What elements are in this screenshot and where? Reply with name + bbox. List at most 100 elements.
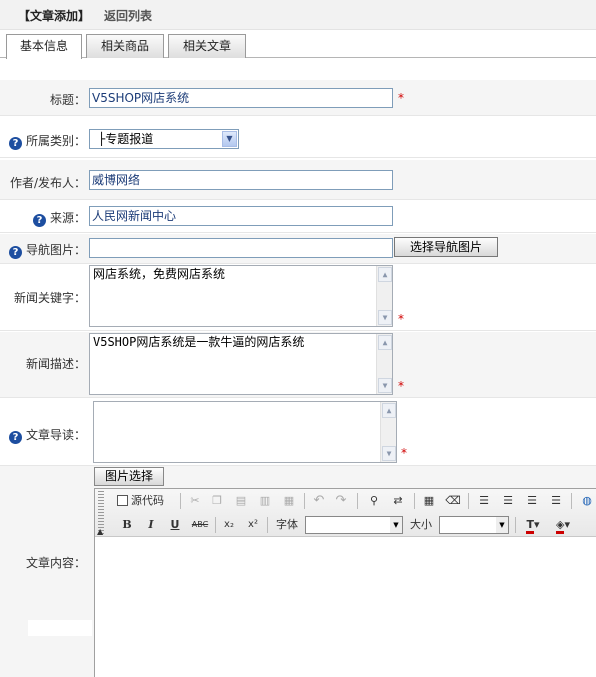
description-textarea[interactable]: V5SHOP网店系统是一款牛逼的网店系统 ▲ ▼ bbox=[89, 333, 393, 395]
required-mark: * bbox=[401, 446, 407, 460]
keywords-textarea[interactable]: 网店系统，免费网店系统 ▲ ▼ bbox=[89, 265, 393, 327]
scroll-down-icon[interactable]: ▼ bbox=[378, 378, 392, 393]
paste-word-icon[interactable]: ▦ bbox=[281, 492, 297, 510]
toolbar-separator bbox=[414, 493, 415, 509]
scroll-down-icon[interactable]: ▼ bbox=[378, 310, 392, 325]
strikethrough-icon[interactable]: ABC bbox=[189, 516, 211, 534]
select-all-icon[interactable]: ▦ bbox=[420, 492, 438, 510]
author-input[interactable]: 威博网络 bbox=[89, 170, 393, 190]
redo-icon[interactable]: ↷ bbox=[333, 492, 349, 510]
keywords-text: 网店系统，免费网店系统 bbox=[93, 267, 226, 281]
textarea-scrollbar[interactable]: ▲ ▼ bbox=[376, 266, 392, 326]
category-label: 所属类别： bbox=[25, 134, 86, 148]
form-row-description: 新闻描述： V5SHOP网店系统是一款牛逼的网店系统 ▲ ▼ * bbox=[0, 332, 596, 398]
subscript-icon[interactable]: x₂ bbox=[221, 516, 237, 534]
underline-icon[interactable]: U bbox=[167, 516, 183, 534]
author-label: 作者/发布人： bbox=[9, 176, 86, 190]
keywords-label: 新闻关键字： bbox=[13, 291, 86, 305]
scroll-up-icon[interactable]: ▲ bbox=[378, 267, 392, 282]
align-justify-icon[interactable]: ☰ bbox=[547, 492, 565, 510]
top-bar: 【文章添加】 返回列表 bbox=[0, 0, 596, 30]
intro-label: 文章导读： bbox=[25, 428, 86, 442]
toolbar-separator bbox=[304, 493, 305, 509]
scroll-down-icon[interactable]: ▼ bbox=[382, 446, 396, 461]
nav-image-input[interactable] bbox=[89, 238, 393, 258]
form-row-intro: ? 文章导读： ▲ ▼ * bbox=[0, 399, 596, 466]
rich-text-editor: ▲ 源代码 ✂ ❐ ▤ ▥ ▦ ↶ ↷ ⚲ ⇄ ▦ ⌫ ☰ ☰ ☰ ☰ ◍ B … bbox=[94, 488, 596, 677]
toolbar-separator bbox=[215, 517, 216, 533]
align-center-icon[interactable]: ☰ bbox=[499, 492, 517, 510]
nav-image-label-wrap: ? 导航图片： bbox=[8, 241, 86, 259]
font-label: 字体 bbox=[276, 518, 298, 531]
help-icon[interactable]: ? bbox=[8, 137, 22, 150]
tab-bar: 基本信息 相关商品 相关文章 bbox=[0, 30, 596, 59]
source-icon bbox=[117, 495, 128, 506]
nav-image-label: 导航图片： bbox=[25, 243, 86, 257]
help-icon[interactable]: ? bbox=[8, 431, 22, 444]
link-globe-icon[interactable]: ◍ bbox=[579, 492, 595, 510]
source-code-button[interactable]: 源代码 bbox=[117, 492, 175, 510]
scroll-up-icon[interactable]: ▲ bbox=[382, 403, 396, 418]
scroll-up-icon[interactable]: ▲ bbox=[378, 335, 392, 350]
remove-format-icon[interactable]: ⌫ bbox=[444, 492, 462, 510]
select-nav-image-button[interactable]: 选择导航图片 bbox=[394, 237, 498, 257]
paste-text-icon[interactable]: ▥ bbox=[257, 492, 273, 510]
required-mark: * bbox=[398, 379, 404, 393]
bold-icon[interactable]: B bbox=[119, 516, 135, 534]
text-color-icon[interactable]: T▾ bbox=[521, 516, 545, 534]
source-code-label: 源代码 bbox=[131, 494, 164, 507]
source-input[interactable]: 人民网新闻中心 bbox=[89, 206, 393, 226]
intro-textarea[interactable]: ▲ ▼ bbox=[93, 401, 397, 463]
help-icon[interactable]: ? bbox=[8, 246, 22, 259]
description-label: 新闻描述： bbox=[25, 357, 86, 371]
copy-icon[interactable]: ❐ bbox=[209, 492, 225, 510]
title-label: 标题： bbox=[49, 93, 86, 107]
italic-icon[interactable]: I bbox=[143, 516, 159, 534]
description-text: V5SHOP网店系统是一款牛逼的网店系统 bbox=[93, 335, 305, 349]
category-select[interactable]: ├专题报道 ▼ bbox=[89, 129, 239, 149]
align-left-icon[interactable]: ☰ bbox=[475, 492, 493, 510]
find-icon[interactable]: ⚲ bbox=[365, 492, 383, 510]
source-label-wrap: ? 来源： bbox=[32, 209, 86, 227]
toolbar-separator bbox=[357, 493, 358, 509]
form-row-category: ? 所属类别： ├专题报道 ▼ bbox=[0, 120, 596, 158]
label-gap bbox=[28, 620, 92, 636]
toolbar-separator bbox=[571, 493, 572, 509]
superscript-icon[interactable]: x² bbox=[245, 516, 261, 534]
category-label-wrap: ? 所属类别： bbox=[8, 132, 86, 150]
back-to-list-link[interactable]: 返回列表 bbox=[104, 7, 152, 24]
image-select-button[interactable]: 图片选择 bbox=[94, 467, 164, 486]
chevron-down-icon[interactable]: ▼ bbox=[390, 517, 402, 533]
replace-icon[interactable]: ⇄ bbox=[389, 492, 407, 510]
tab-related-products[interactable]: 相关商品 bbox=[86, 34, 164, 58]
toolbar-separator bbox=[267, 517, 268, 533]
help-icon[interactable]: ? bbox=[32, 214, 46, 227]
size-select[interactable]: ▼ bbox=[439, 516, 509, 534]
editor-content-area[interactable] bbox=[95, 538, 596, 677]
tab-basic-info[interactable]: 基本信息 bbox=[6, 34, 82, 59]
tab-related-articles[interactable]: 相关文章 bbox=[168, 34, 246, 58]
align-right-icon[interactable]: ☰ bbox=[523, 492, 541, 510]
required-mark: * bbox=[398, 91, 404, 105]
form-row-keywords: 新闻关键字： 网店系统，免费网店系统 ▲ ▼ * bbox=[0, 265, 596, 331]
page-title: 【文章添加】 bbox=[18, 9, 91, 23]
font-select[interactable]: ▼ bbox=[305, 516, 403, 534]
toolbar-separator bbox=[515, 517, 516, 533]
textarea-scrollbar[interactable]: ▲ ▼ bbox=[380, 402, 396, 462]
toolbar-separator bbox=[468, 493, 469, 509]
cut-icon[interactable]: ✂ bbox=[187, 492, 203, 510]
toolbar-separator bbox=[180, 493, 181, 509]
undo-icon[interactable]: ↶ bbox=[311, 492, 327, 510]
form-row-source: ? 来源： 人民网新闻中心 bbox=[0, 201, 596, 233]
paste-icon[interactable]: ▤ bbox=[233, 492, 249, 510]
required-mark: * bbox=[398, 312, 404, 326]
editor-toolbar: ▲ 源代码 ✂ ❐ ▤ ▥ ▦ ↶ ↷ ⚲ ⇄ ▦ ⌫ ☰ ☰ ☰ ☰ ◍ B … bbox=[95, 489, 596, 537]
chevron-down-icon[interactable]: ▼ bbox=[222, 131, 237, 147]
textarea-scrollbar[interactable]: ▲ ▼ bbox=[376, 334, 392, 394]
title-input[interactable]: V5SHOP网店系统 bbox=[89, 88, 393, 108]
background-color-icon[interactable]: ◈▾ bbox=[551, 516, 575, 534]
form-row-author: 作者/发布人： 威博网络 bbox=[0, 160, 596, 200]
size-label: 大小 bbox=[410, 518, 432, 531]
chevron-down-icon[interactable]: ▼ bbox=[496, 517, 508, 533]
collapse-icon[interactable]: ▲ bbox=[97, 527, 103, 536]
